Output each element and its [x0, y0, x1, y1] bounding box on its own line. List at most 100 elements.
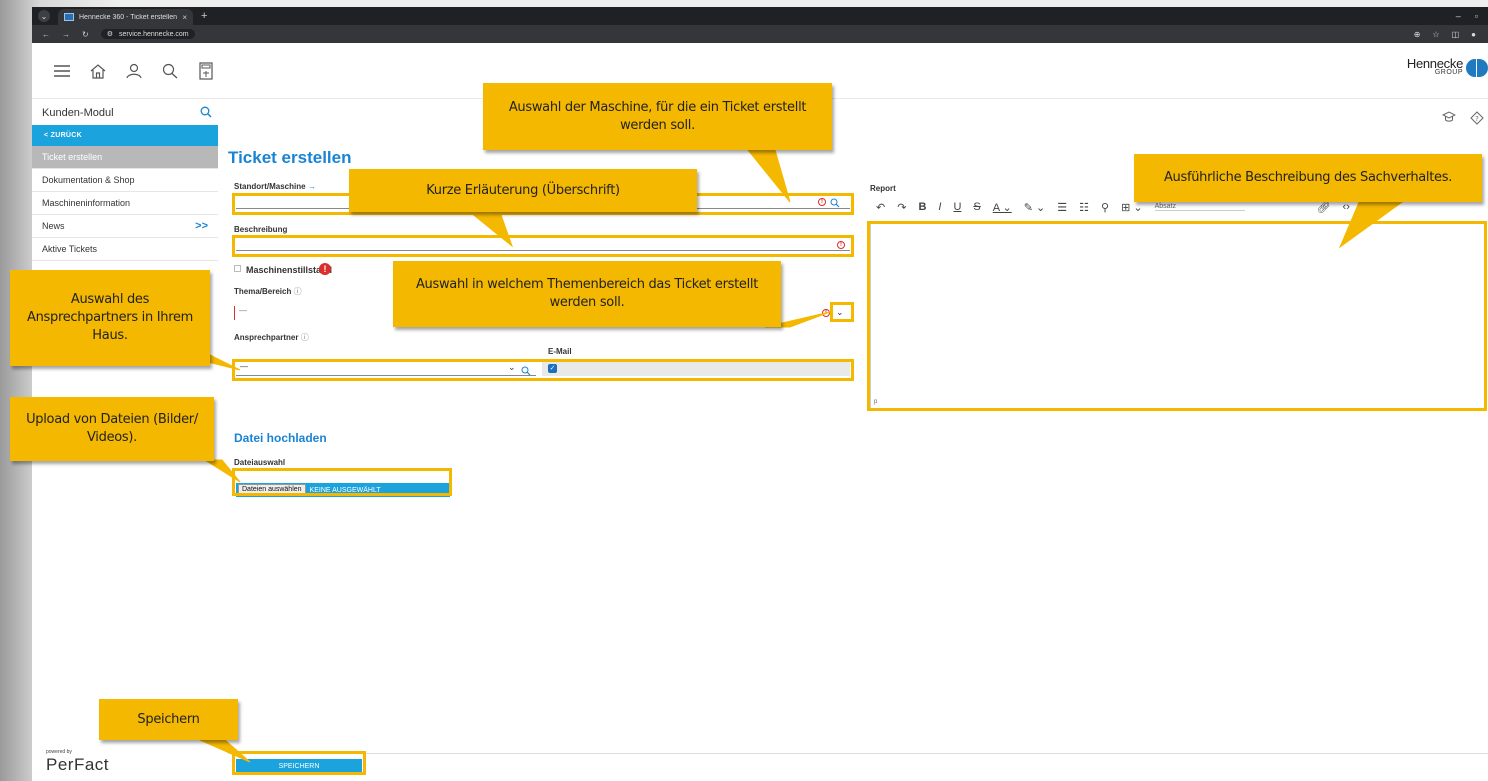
- table-icon[interactable]: ⊞ ⌄: [1121, 201, 1143, 214]
- link-icon[interactable]: 🔗︎: [1317, 201, 1331, 214]
- arrow-right-icon[interactable]: →: [308, 182, 316, 191]
- undo-icon[interactable]: ↶: [876, 201, 885, 214]
- find-icon[interactable]: ⚲: [1101, 201, 1109, 214]
- bold-icon[interactable]: B: [918, 201, 926, 213]
- paragraph-format-value: Absatz: [1154, 203, 1176, 210]
- numbered-list-icon[interactable]: ☷: [1079, 201, 1089, 214]
- brand-name: Hennecke: [1406, 56, 1463, 71]
- callout-maschine: Auswahl der Maschine, für die ein Ticket…: [483, 83, 832, 150]
- report-label: Report: [870, 184, 896, 193]
- search-icon[interactable]: [154, 57, 186, 85]
- browser-toolbar-right: ⊕ ☆ ◫ ●: [1414, 30, 1488, 39]
- back-icon[interactable]: ←: [42, 30, 50, 39]
- sidebar-item-maschineninformation[interactable]: Maschineninformation: [32, 192, 218, 215]
- url-field[interactable]: ⚙ service.hennecke.com: [100, 29, 195, 39]
- redo-icon[interactable]: ↷: [897, 201, 906, 214]
- sidebar-item-aktive-tickets[interactable]: Aktive Tickets: [32, 238, 218, 261]
- email-column-label: E-Mail: [548, 347, 572, 356]
- tab-close-icon[interactable]: ×: [182, 13, 187, 22]
- ansprech-select-value: —: [240, 362, 248, 371]
- sidebar-item-news[interactable]: News >>: [32, 215, 218, 238]
- warning-icon: !: [319, 263, 331, 275]
- paragraph-format-select[interactable]: Absatz: [1154, 203, 1245, 211]
- reload-icon[interactable]: ↻: [82, 30, 89, 39]
- back-button[interactable]: < ZURÜCK: [32, 125, 218, 146]
- tab-search-button[interactable]: ⌄: [38, 10, 50, 22]
- thema-label-text: Thema/Bereich: [234, 287, 292, 296]
- maximize-button[interactable]: ▫: [1475, 11, 1478, 21]
- address-bar: ← → ↻ ⚙ service.hennecke.com ⊕ ☆ ◫ ●: [32, 25, 1488, 43]
- brand-logo[interactable]: Hennecke GROUP: [1406, 56, 1488, 77]
- email-checkbox[interactable]: ✓: [548, 364, 557, 373]
- callout-report: Ausführliche Beschreibung des Sachverhal…: [1134, 154, 1482, 202]
- underline-icon[interactable]: U: [953, 201, 961, 213]
- new-tab-button[interactable]: +: [201, 10, 207, 22]
- highlight-color-icon[interactable]: ✎ ⌄: [1024, 201, 1046, 214]
- sidebar-search-icon[interactable]: [200, 106, 212, 121]
- italic-icon[interactable]: I: [938, 201, 941, 213]
- ansprech-select[interactable]: —: [236, 362, 536, 376]
- sidebar-item-label: Ticket erstellen: [42, 152, 103, 162]
- module-title: Kunden-Modul: [42, 107, 114, 119]
- stillstand-checkbox[interactable]: [234, 265, 241, 272]
- standort-label: Standort/Maschine →: [234, 182, 316, 191]
- calculator-icon[interactable]: [190, 57, 222, 85]
- sidebar-item-label: Aktive Tickets: [42, 244, 98, 254]
- standort-label-text: Standort/Maschine: [234, 182, 306, 191]
- perfact-logo: PerFact: [46, 755, 110, 774]
- browser-tab[interactable]: Hennecke 360 - Ticket erstellen ×: [58, 9, 193, 25]
- bookmark-star-icon[interactable]: ☆: [1432, 30, 1439, 39]
- strikethrough-icon[interactable]: S: [973, 201, 980, 213]
- menu-icon[interactable]: [46, 57, 78, 85]
- page-title: Ticket erstellen: [228, 148, 352, 167]
- minimize-button[interactable]: –: [1456, 11, 1461, 21]
- tab-bar: ⌄ Hennecke 360 - Ticket erstellen × + – …: [32, 7, 1488, 25]
- window-controls: – ▫: [1456, 11, 1488, 21]
- thema-select-value: —: [239, 306, 247, 315]
- editor-status-path: p: [874, 399, 878, 405]
- sidebar-item-label: Dokumentation & Shop: [42, 175, 135, 185]
- callout-ansprech: Auswahl des Ansprechpartners in Ihrem Ha…: [10, 270, 210, 366]
- favicon-icon: [64, 13, 74, 21]
- site-info-icon[interactable]: ⚙: [107, 30, 113, 38]
- bullet-list-icon[interactable]: ☰: [1057, 201, 1067, 214]
- home-icon[interactable]: [82, 57, 114, 85]
- save-button[interactable]: SPEICHERN: [236, 759, 362, 773]
- zoom-icon[interactable]: ⊕: [1414, 30, 1421, 39]
- user-icon[interactable]: [118, 57, 150, 85]
- profile-icon[interactable]: ●: [1471, 30, 1476, 39]
- callout-kurz: Kurze Erläuterung (Überschrift): [349, 169, 697, 212]
- source-code-icon[interactable]: ‹›: [1343, 201, 1350, 213]
- chevron-down-icon[interactable]: ⌄: [836, 307, 844, 318]
- ansprech-label: Ansprechpartner ⓘ: [234, 332, 309, 343]
- required-icon: !: [818, 198, 826, 206]
- tab-title: Hennecke 360 - Ticket erstellen: [79, 13, 178, 21]
- sidebar-item-dokumentation[interactable]: Dokumentation & Shop: [32, 169, 218, 192]
- chevron-down-icon[interactable]: ⌄: [508, 362, 516, 373]
- required-icon: !: [837, 241, 845, 249]
- upload-section-title: Datei hochladen: [234, 431, 327, 445]
- font-color-icon[interactable]: A ⌄: [993, 201, 1012, 214]
- extensions-icon[interactable]: ◫: [1452, 30, 1460, 39]
- powered-by: powered by PerFact: [46, 749, 109, 775]
- image-icon[interactable]: ▣: [1362, 201, 1372, 214]
- file-upload-control[interactable]: Dateien auswählen KEINE AUSGEWÄHLT: [236, 483, 450, 497]
- help-circle-icon[interactable]: ⓘ: [301, 333, 309, 342]
- sidebar-item-ticket-erstellen[interactable]: Ticket erstellen: [32, 146, 218, 169]
- help-icon[interactable]: ?: [1470, 111, 1484, 128]
- ansprech-search-icon[interactable]: [521, 363, 531, 381]
- choose-files-button[interactable]: Dateien auswählen: [238, 484, 306, 496]
- report-editor[interactable]: [870, 223, 1486, 411]
- no-file-selected-text: KEINE AUSGEWÄHLT: [309, 486, 381, 494]
- beschreibung-input[interactable]: [236, 237, 850, 251]
- graduation-cap-icon[interactable]: [1441, 111, 1457, 128]
- email-cell: [542, 362, 850, 376]
- help-circle-icon[interactable]: ⓘ: [294, 287, 302, 296]
- expand-chevron-icon[interactable]: >>: [195, 220, 208, 232]
- beschreibung-label: Beschreibung: [234, 225, 288, 234]
- standort-search-icon[interactable]: [830, 195, 840, 213]
- hennecke-logo-icon: [1466, 59, 1488, 77]
- svg-text:?: ?: [1475, 115, 1479, 123]
- ansprech-label-text: Ansprechpartner: [234, 333, 299, 342]
- forward-icon[interactable]: →: [62, 30, 70, 39]
